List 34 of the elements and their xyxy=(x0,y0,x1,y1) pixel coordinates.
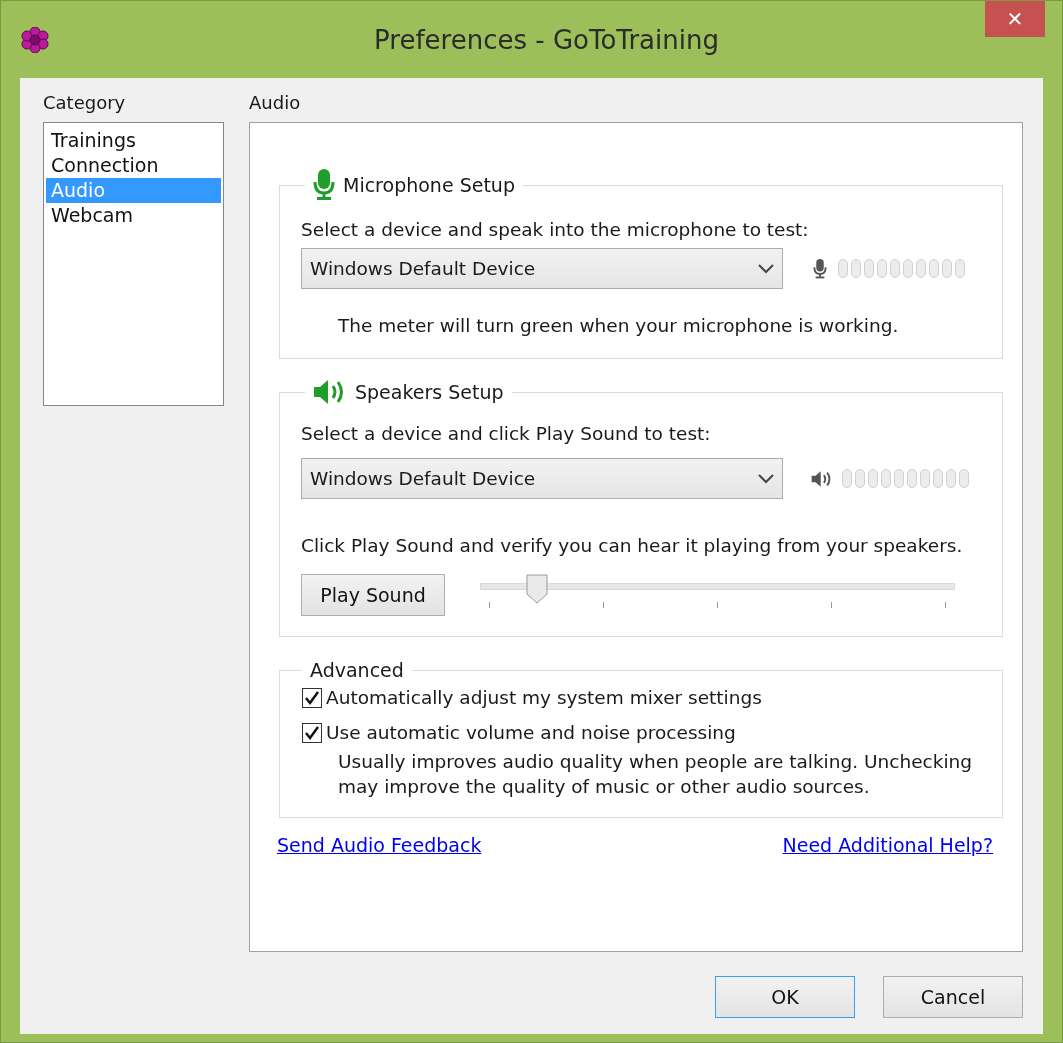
prompt-text: Select a device and click Play Sound to test: xyxy=(301,423,712,444)
window-title: Preferences - GoToTraining xyxy=(373,24,720,55)
microphone-icon xyxy=(313,169,335,201)
microphone-icon xyxy=(811,258,829,279)
volume-slider[interactable] xyxy=(480,574,955,606)
cancel-button[interactable]: Cancel xyxy=(883,976,1023,1018)
play-sound-button[interactable]: Play Sound xyxy=(301,574,445,616)
chevron-down-icon xyxy=(758,473,774,484)
category-label: Category xyxy=(43,92,127,113)
ok-button[interactable]: OK xyxy=(715,976,855,1018)
device-dropdown[interactable]: Windows Default Device xyxy=(301,248,783,289)
group-title: Microphone Setup xyxy=(343,174,515,196)
checkbox[interactable] xyxy=(302,722,322,743)
hint-text: The meter will turn green when your microphone is working. xyxy=(338,315,900,336)
checkbox-label[interactable]: Use automatic volume and noise processing xyxy=(326,722,736,743)
group-title: Advanced xyxy=(310,659,404,681)
flower-icon xyxy=(20,26,50,53)
group-title: Speakers Setup xyxy=(355,381,504,403)
panel-title: Audio xyxy=(249,92,302,113)
hint-text: Click Play Sound and verify you can hear it playing from your speakers. xyxy=(301,535,964,556)
category-item[interactable]: Trainings xyxy=(46,128,221,153)
chevron-down-icon xyxy=(758,263,774,274)
category-item[interactable]: Connection xyxy=(46,153,221,178)
checkbox[interactable] xyxy=(302,687,322,708)
help-link[interactable]: Need Additional Help? xyxy=(782,834,993,856)
category-item[interactable]: Webcam xyxy=(46,203,221,228)
close-button[interactable]: ✕ xyxy=(985,1,1045,37)
speaker-icon xyxy=(811,469,833,488)
slider-thumb[interactable] xyxy=(526,574,548,604)
help-link[interactable]: Send Audio Feedback xyxy=(277,834,482,856)
checkbox-label[interactable]: Automatically adjust my system mixer settings xyxy=(326,687,762,708)
prompt-text: Select a device and speak into the microphone to test: xyxy=(301,219,810,240)
description-text: Usually improves audio quality when people are talking. Unchecking may improve the quality of music or other audio sources. xyxy=(338,750,973,799)
device-dropdown[interactable]: Windows Default Device xyxy=(301,458,783,499)
